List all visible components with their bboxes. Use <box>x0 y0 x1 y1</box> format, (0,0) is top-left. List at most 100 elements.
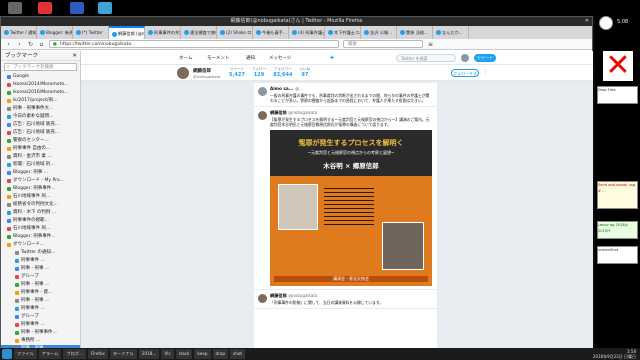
tab[interactable]: Blogger: 新規作... <box>37 26 73 39</box>
bookmark-search-input[interactable]: ⌕ ブックマークを検索 <box>4 63 77 71</box>
nav-moments[interactable]: モーメント <box>207 55 229 61</box>
bookmark-item[interactable]: 今日の素朴な疑問... <box>1 113 80 121</box>
tab[interactable]: (*) Twitter <box>73 26 109 39</box>
tab[interactable]: 木下弁護士コ... <box>325 26 361 39</box>
taskbar-item[interactable]: slack <box>175 349 193 359</box>
menu-icon[interactable]: ≡ <box>427 41 434 48</box>
bookmark-item[interactable]: 事務所 ... <box>1 337 80 345</box>
bookmark-item[interactable]: 新聞：石川地域 刑... <box>1 161 80 169</box>
back-icon[interactable]: ‹ <box>5 41 12 48</box>
event-poster[interactable]: 冤罪が発生するプロセスを解明く ~元裁判官と元検察官の視点からの考察と展望~ 木… <box>270 130 432 286</box>
bookmark-item[interactable]: グループ <box>1 273 80 281</box>
taskbar-item[interactable]: keep <box>194 349 211 359</box>
start-menu-icon[interactable] <box>2 349 12 359</box>
sticky-note[interactable]: Drop Files <box>597 86 638 104</box>
nav-notifications[interactable]: 通知 <box>246 55 255 61</box>
bookmark-item[interactable]: 刑事事件 ... <box>1 257 80 265</box>
bookmark-item[interactable]: Google <box>1 73 80 81</box>
tab[interactable]: (2) Shoko ログ... <box>217 26 253 39</box>
taskbar-item[interactable]: ファイル <box>14 349 37 359</box>
taskbar-item[interactable]: drop <box>212 349 229 359</box>
tweet-author[interactable]: 網藤信郎 <box>270 293 287 298</box>
bookmark-item[interactable]: 刑事 - 刑事事件大... <box>1 105 80 113</box>
tweet[interactable]: 網藤信郎 @nobugaikata 「刑事事件の防御」に関して、当日の講演資料を… <box>254 290 437 309</box>
bookmark-item[interactable]: Blogger: 刑事 ... <box>1 169 80 177</box>
bookmark-item[interactable]: 石川地域事件 刑... <box>1 193 80 201</box>
tab[interactable]: 今後も着手... <box>253 26 289 39</box>
bookmark-item[interactable]: 警察のセンター... <box>1 137 80 145</box>
bookmark-item[interactable]: 刑事 - 刑事 ... <box>1 297 80 305</box>
follow-button[interactable]: フォローする <box>451 69 479 77</box>
reload-icon[interactable]: ↻ <box>27 41 34 48</box>
avatar[interactable] <box>461 54 469 62</box>
tab[interactable]: なんだか... <box>433 26 469 39</box>
twitter-search-input[interactable]: Twitter を検索 <box>396 54 456 62</box>
taskbar-item[interactable]: ターミナル <box>109 349 137 359</box>
profile-stat[interactable]: フォロー 129 <box>252 67 266 78</box>
bookmark-item[interactable]: ダウンロード - My Pro... <box>1 177 80 185</box>
bookmark-item[interactable]: Ikorea/2014/Moromoto... <box>1 81 80 89</box>
avatar[interactable] <box>258 111 267 120</box>
profile-avatar[interactable] <box>177 67 189 79</box>
taskbar-clock[interactable]: 3:58 2018年9月23日 日曜日 <box>593 349 640 359</box>
bookmark-item[interactable]: 刑事事件 自由の... <box>1 145 80 153</box>
bookmark-item[interactable]: 総務省令の判例文化... <box>1 201 80 209</box>
home-icon[interactable]: ⌂ <box>38 41 45 48</box>
tab[interactable]: Twitter / 通知 <box>1 26 37 39</box>
bookmark-item[interactable]: Twitter の通知... <box>1 249 80 257</box>
nav-home[interactable]: ホーム <box>179 55 192 61</box>
app-icon[interactable] <box>8 2 22 14</box>
tweet[interactable]: 網藤信郎 @nobugaikata 【冤罪が発生するプロセスを解明する～元裁判官… <box>254 107 437 290</box>
bookmark-item[interactable]: 刑事事件 ... <box>1 305 80 313</box>
bookmark-item[interactable]: 刑事事件 - 資... <box>1 289 80 297</box>
sticky-note[interactable]: screenShot <box>597 246 638 264</box>
profile-stat[interactable]: いいね 97 <box>300 67 311 78</box>
sticky-note[interactable]: Lenov ag 2018/y 2019/Y <box>597 221 638 239</box>
taskbar-item[interactable]: shot <box>230 349 246 359</box>
close-icon[interactable]: ✕ <box>603 51 633 81</box>
app-icon[interactable] <box>70 2 84 14</box>
twitter-bird-icon[interactable]: ✦ <box>329 54 335 62</box>
bookmark-item[interactable]: 刑事 - 刑事事件... <box>1 329 80 337</box>
app-icon[interactable] <box>38 2 52 14</box>
taskbar-item[interactable]: 2018... <box>138 349 160 359</box>
tweet-author[interactable]: Aimo sa... <box>270 86 293 91</box>
bookmark-item[interactable]: グループ <box>1 313 80 321</box>
tab[interactable]: 金沢 公報... <box>361 26 397 39</box>
app-icon[interactable] <box>98 2 112 14</box>
tab[interactable]: 網藤信郎 (@nob... <box>109 26 145 39</box>
close-sidebar-icon[interactable]: ✕ <box>72 51 77 61</box>
bookmark-item[interactable]: 刑事事件 ... <box>1 321 80 329</box>
profile-stat[interactable]: フォロワー 83,644 <box>273 67 292 78</box>
bookmark-item[interactable]: ダウンロード... <box>1 241 80 249</box>
bookmark-item[interactable]: 資料 - 木下 の判例 ... <box>1 209 80 217</box>
bookmark-item[interactable]: 刑事 - 刑事 ... <box>1 265 80 273</box>
bookmark-item[interactable]: 石川地域事件 刑... <box>1 225 80 233</box>
bookmark-item[interactable]: 広告：石川地域 販売... <box>1 129 80 137</box>
avatar[interactable] <box>258 87 267 96</box>
bookmark-item[interactable]: Blogger: 刑事事件... <box>1 233 80 241</box>
taskbar-item[interactable]: アラーム <box>38 349 62 359</box>
bookmark-item[interactable]: ikorea/2016/Moromoto... <box>1 89 80 97</box>
profile-stat[interactable]: ツイート 5,427 <box>229 67 245 78</box>
avatar[interactable] <box>258 294 267 303</box>
taskbar-item[interactable]: Firefox <box>87 349 108 359</box>
tab[interactable]: 刑事事件の弁護士... <box>145 26 181 39</box>
tab[interactable]: 関係 法務... <box>397 26 433 39</box>
nav-messages[interactable]: メッセージ <box>269 55 291 61</box>
tweet-button[interactable]: ツイート <box>474 54 496 62</box>
url-bar[interactable]: ● https://twitter.com/nobugaikata <box>49 40 339 48</box>
bookmark-item[interactable]: Blogger: 刑事事件... <box>1 185 80 193</box>
bookmark-item[interactable]: 資料 - 金沢市 業 ... <box>1 153 80 161</box>
sticky-note[interactable]: Send add-dondp usg # ... <box>597 181 638 209</box>
tab[interactable]: (4) 刑事弁護士... <box>289 26 325 39</box>
tweet-author[interactable]: 網藤信郎 <box>270 110 287 115</box>
browser-search-input[interactable]: 検索 <box>343 40 423 48</box>
close-window-icon[interactable]: ✕ <box>585 17 589 26</box>
taskbar-item[interactable]: Vlc <box>161 349 174 359</box>
bookmark-item[interactable]: ik/2017/project/刑... <box>1 97 80 105</box>
taskbar-item[interactable]: ブログ... <box>63 349 86 359</box>
tweet[interactable]: Aimo sa... @... 一般の刑事弁護の事件でも、刑事裁判の判断が出され… <box>254 83 437 107</box>
more-icon[interactable]: ⋮ <box>483 69 488 75</box>
bookmark-item[interactable]: 刑事 - 刑事 ... <box>1 281 80 289</box>
